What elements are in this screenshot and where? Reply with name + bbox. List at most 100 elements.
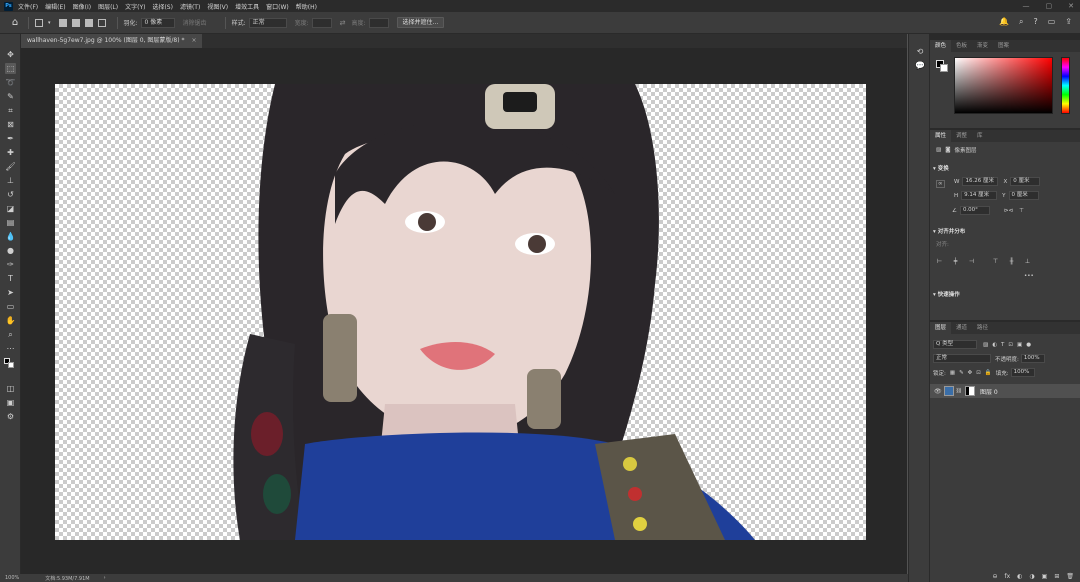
gradient-tool-icon[interactable]: ▤ <box>5 217 16 228</box>
x-field[interactable]: 0 厘米 <box>1010 177 1041 186</box>
minimize-icon[interactable]: — <box>1023 2 1030 10</box>
document-canvas[interactable] <box>55 84 866 540</box>
menu-window[interactable]: 窗口(W) <box>266 2 289 11</box>
align-section-title[interactable]: ▾ 对齐并分布 <box>933 227 965 235</box>
tab-channels[interactable]: 通道 <box>951 322 972 334</box>
document-info[interactable]: 文档:5.93M/7.91M <box>45 575 89 582</box>
lock-all-icon[interactable]: 🔒 <box>985 370 992 376</box>
history-brush-tool-icon[interactable]: ↺ <box>5 189 16 200</box>
blend-mode-select[interactable]: 正常 <box>933 354 991 363</box>
menu-file[interactable]: 文件(F) <box>18 2 38 11</box>
transform-section-title[interactable]: ▾ 变换 <box>933 164 949 172</box>
blur-tool-icon[interactable]: 💧 <box>5 231 16 242</box>
lock-paint-icon[interactable]: ✎ <box>959 370 964 376</box>
rectangle-tool-icon[interactable]: ▭ <box>5 301 16 312</box>
menu-help[interactable]: 帮助(H) <box>296 2 317 11</box>
edit-toolbar-icon[interactable]: ⚙ <box>5 411 16 422</box>
zoom-tool-icon[interactable]: ⌕ <box>5 329 16 340</box>
layer-filter-select[interactable]: Q 类型 <box>933 340 977 349</box>
hue-slider[interactable] <box>1061 57 1070 114</box>
share-icon[interactable]: ⇪ <box>1065 17 1072 27</box>
flip-horizontal-icon[interactable]: ⊳⊲ <box>1004 208 1013 214</box>
layer-row[interactable]: 👁 ⛓ 图层 0 <box>930 384 1080 398</box>
menu-view[interactable]: 视图(V) <box>207 2 228 11</box>
intersect-selection-icon[interactable] <box>97 18 106 27</box>
layer-name[interactable]: 图层 0 <box>980 387 998 396</box>
width-field[interactable]: 16.26 厘米 <box>962 177 999 186</box>
mask-link-icon[interactable]: ⛓ <box>956 388 962 394</box>
layer-mask-thumbnail[interactable] <box>964 386 975 396</box>
menu-image[interactable]: 图像(I) <box>73 2 91 11</box>
more-tools-icon[interactable]: ⋯ <box>5 343 16 354</box>
healing-brush-tool-icon[interactable]: ✚ <box>5 147 16 158</box>
height-input[interactable] <box>368 17 389 28</box>
lock-move-icon[interactable]: ✥ <box>968 370 973 376</box>
tab-adjustments[interactable]: 调整 <box>951 130 972 142</box>
quick-select-tool-icon[interactable]: ✎ <box>5 91 16 102</box>
help-icon[interactable]: ? <box>1033 17 1037 27</box>
layer-thumbnail[interactable] <box>943 386 954 396</box>
subtract-selection-icon[interactable] <box>84 18 93 27</box>
search-icon[interactable]: ⌕ <box>1019 17 1023 27</box>
menu-filter[interactable]: 滤镜(T) <box>180 2 200 11</box>
screen-mode-icon[interactable]: ▣ <box>5 397 16 408</box>
tab-color[interactable]: 颜色 <box>930 40 952 52</box>
lasso-tool-icon[interactable]: ➰ <box>5 77 16 88</box>
filter-pixel-icon[interactable]: ▨ <box>983 342 988 348</box>
height-field[interactable]: 9.14 厘米 <box>961 191 998 200</box>
fill-field[interactable]: 100% <box>1010 368 1035 377</box>
canvas-workspace[interactable] <box>21 48 907 574</box>
chevron-down-icon[interactable]: ▾ <box>48 20 51 26</box>
align-bottom-icon[interactable]: ⊥ <box>1024 258 1031 265</box>
crop-tool-icon[interactable]: ⌗ <box>5 105 16 116</box>
background-color-swatch[interactable] <box>8 362 14 368</box>
add-to-selection-icon[interactable] <box>71 18 80 27</box>
tab-layers[interactable]: 图层 <box>930 322 952 334</box>
angle-field[interactable]: 0.00° <box>959 206 990 215</box>
filter-shape-icon[interactable]: ⊡ <box>1008 342 1013 348</box>
quick-mask-icon[interactable]: ◫ <box>5 383 16 394</box>
bell-icon[interactable]: 🔔 <box>999 17 1009 27</box>
align-top-icon[interactable]: ⊤ <box>992 258 999 265</box>
move-tool-icon[interactable]: ✥ <box>5 49 16 60</box>
tab-properties[interactable]: 属性 <box>930 130 952 142</box>
frame-tool-icon[interactable]: ⊠ <box>5 119 16 130</box>
close-icon[interactable]: × <box>191 37 196 44</box>
menu-select[interactable]: 选择(S) <box>152 2 173 11</box>
color-picker-field[interactable] <box>954 57 1053 114</box>
zoom-level[interactable]: 100% <box>5 575 19 581</box>
workspace-icon[interactable]: ▭ <box>1048 17 1056 27</box>
adjustment-layer-icon[interactable]: ◑ <box>1029 573 1034 580</box>
tab-swatches[interactable]: 色板 <box>951 40 972 52</box>
lock-artboard-icon[interactable]: ⊡ <box>976 370 981 376</box>
new-layer-icon[interactable]: ⊞ <box>1054 573 1059 580</box>
menu-type[interactable]: 文字(Y) <box>125 2 145 11</box>
tab-patterns[interactable]: 图案 <box>993 40 1014 52</box>
link-dimensions-icon[interactable]: ∞ <box>936 180 945 188</box>
comments-panel-icon[interactable]: 💬 <box>915 61 925 71</box>
trash-icon[interactable]: 🗑 <box>1066 573 1074 580</box>
marquee-tool-icon[interactable]: ⬚ <box>5 63 16 74</box>
align-middle-icon[interactable]: ╫ <box>1008 258 1015 265</box>
add-mask-icon[interactable]: ◐ <box>1017 573 1022 580</box>
more-options-icon[interactable]: ••• <box>1024 273 1034 279</box>
tab-paths[interactable]: 路径 <box>972 322 993 334</box>
menu-plugins[interactable]: 增效工具 <box>235 2 259 11</box>
dodge-tool-icon[interactable]: ● <box>5 245 16 256</box>
opacity-field[interactable]: 100% <box>1020 354 1045 363</box>
document-tab[interactable]: wallhaven-5g7ew7.jpg @ 100% (图层 0, 图层蒙版/… <box>21 34 203 48</box>
fx-icon[interactable]: fx <box>1005 573 1011 580</box>
align-center-h-icon[interactable]: ╪ <box>952 258 959 265</box>
stamp-tool-icon[interactable]: ⊥ <box>5 175 16 186</box>
align-right-icon[interactable]: ⊣ <box>968 258 975 265</box>
width-input[interactable] <box>311 17 332 28</box>
filter-smart-icon[interactable]: ▣ <box>1017 342 1022 348</box>
hand-tool-icon[interactable]: ✋ <box>5 315 16 326</box>
close-icon[interactable]: ✕ <box>1068 2 1074 10</box>
swap-icon[interactable]: ⇄ <box>340 19 346 27</box>
chevron-right-icon[interactable]: › <box>104 575 106 581</box>
filter-toggle-icon[interactable]: ● <box>1026 342 1031 348</box>
menu-layer[interactable]: 图层(L) <box>98 2 118 11</box>
background-color-swatch[interactable] <box>940 64 948 72</box>
pen-tool-icon[interactable]: ✑ <box>5 259 16 270</box>
